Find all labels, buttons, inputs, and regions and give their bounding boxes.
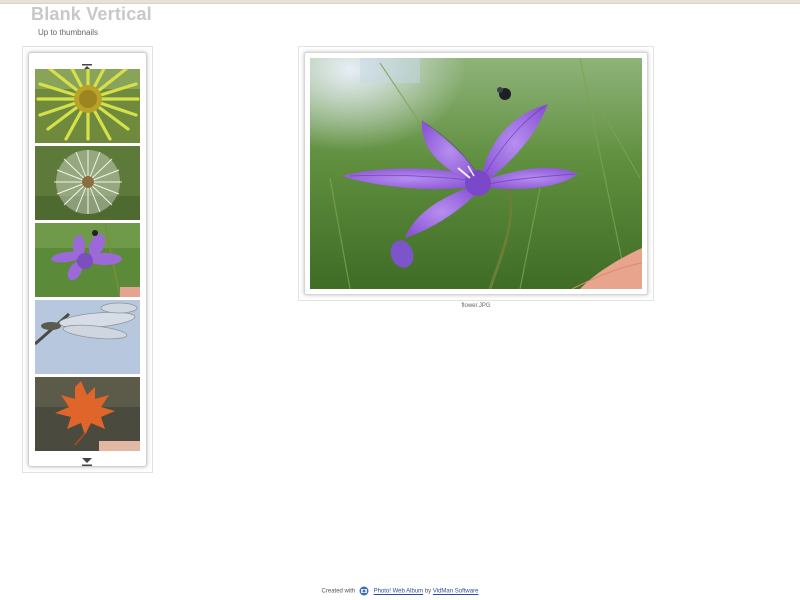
photo-web-album-link[interactable]: Photo! Web Album	[374, 589, 424, 595]
main-photo[interactable]	[310, 58, 642, 289]
footer-created-with: Created with	[321, 588, 356, 595]
thumbnail-bellflower[interactable]	[35, 223, 140, 297]
up-to-thumbnails-link[interactable]: Up to thumbnails	[38, 28, 98, 37]
thumbnail-dandelion[interactable]	[35, 146, 140, 220]
thumbnail-maple-leaf[interactable]	[35, 377, 140, 451]
vidman-software-link[interactable]: VidMan Software	[433, 589, 479, 595]
photo-caption: flower.JPG	[461, 303, 491, 309]
main-photo-frame	[298, 46, 654, 301]
page-title: Blank Vertical	[31, 4, 152, 24]
scroll-up-icon[interactable]	[81, 59, 93, 71]
thumbnail-strip	[22, 46, 153, 473]
thumbnail-dragonfly[interactable]	[35, 300, 140, 374]
photo-web-album-logo-icon	[359, 586, 369, 596]
thumbnail-daisy[interactable]	[35, 69, 140, 143]
footer-by: by	[424, 588, 432, 595]
main-photo-border	[304, 52, 648, 295]
footer: Created with Photo! Web Album by VidMan …	[0, 586, 800, 596]
scroll-down-icon[interactable]	[81, 453, 93, 466]
thumbnail-strip-frame	[28, 52, 147, 467]
